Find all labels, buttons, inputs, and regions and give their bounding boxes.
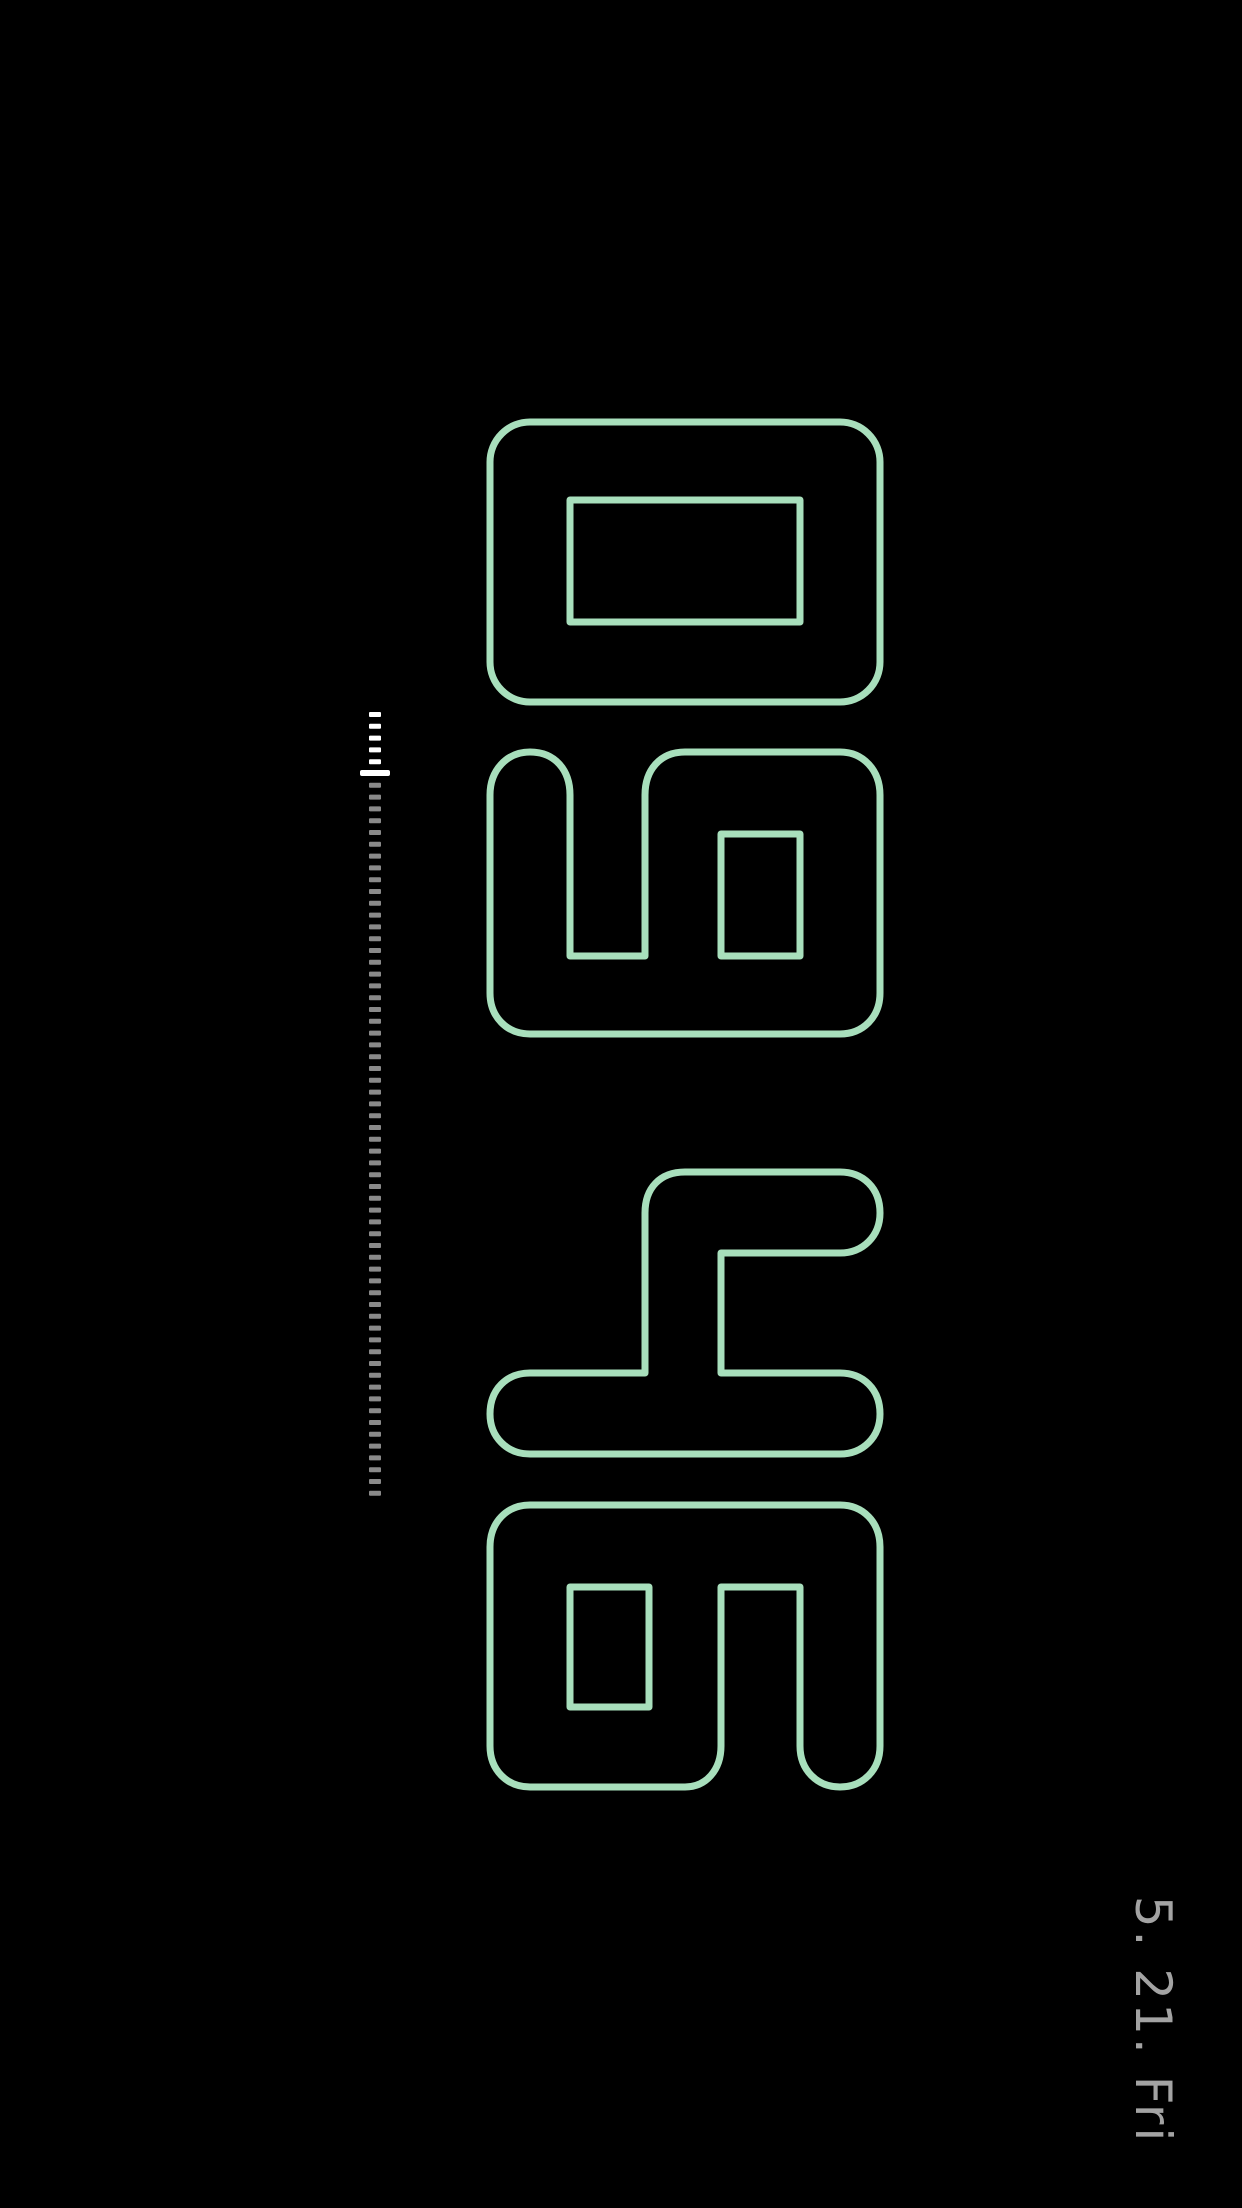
seconds-tick — [369, 1207, 381, 1213]
seconds-tick — [369, 1372, 381, 1378]
seconds-tick — [369, 759, 381, 765]
seconds-tick — [369, 1361, 381, 1366]
seconds-tick — [369, 1184, 381, 1189]
seconds-tick — [369, 712, 381, 717]
seconds-tick — [369, 1254, 381, 1260]
seconds-tick — [369, 924, 381, 930]
seconds-tick — [369, 1349, 381, 1355]
seconds-tick — [369, 1337, 381, 1343]
seconds-tick — [369, 1007, 381, 1012]
seconds-tick — [369, 936, 381, 942]
seconds-tick — [369, 877, 381, 883]
seconds-tick — [369, 865, 381, 871]
seconds-tick — [369, 1384, 381, 1390]
seconds-tick — [369, 1125, 381, 1130]
seconds-tick — [369, 806, 381, 812]
seconds-tick — [369, 1455, 381, 1461]
seconds-tick — [369, 1243, 381, 1248]
seconds-tick — [369, 1431, 381, 1437]
seconds-tick — [369, 853, 381, 859]
seconds-tick — [369, 735, 381, 741]
seconds-tick — [369, 1290, 381, 1296]
hour-digit-9 — [486, 748, 884, 1038]
seconds-tick — [369, 782, 381, 788]
seconds-tick — [369, 723, 381, 729]
seconds-tick — [369, 1172, 381, 1178]
seconds-tick — [369, 1160, 381, 1166]
clock-digits — [486, 418, 884, 1791]
seconds-tick — [369, 1266, 381, 1272]
seconds-tick — [369, 1066, 381, 1071]
seconds-tick — [369, 794, 381, 800]
minute-digit-6 — [486, 1501, 884, 1791]
seconds-tick — [369, 1325, 381, 1331]
seconds-tick — [369, 948, 381, 953]
seconds-tick — [369, 841, 381, 847]
seconds-tick — [369, 830, 381, 835]
seconds-tick — [369, 1113, 381, 1119]
seconds-tick — [369, 971, 381, 977]
seconds-tick — [369, 1420, 381, 1425]
date-label: 5. 21. Fri — [1124, 1895, 1182, 2145]
seconds-tick — [369, 1054, 381, 1060]
seconds-tick — [369, 1030, 381, 1036]
seconds-tick — [369, 983, 381, 989]
seconds-tick — [369, 1408, 381, 1414]
seconds-tick — [369, 1101, 381, 1107]
seconds-tick — [369, 1490, 381, 1496]
seconds-tick — [369, 1313, 381, 1319]
seconds-tick — [369, 1302, 381, 1307]
minute-digit-4 — [486, 1168, 884, 1458]
seconds-tick — [369, 900, 381, 906]
seconds-tick — [369, 959, 381, 965]
seconds-tick — [369, 1396, 381, 1402]
seconds-tick — [369, 1479, 381, 1484]
seconds-tick — [369, 1467, 381, 1473]
hour-digit-0 — [486, 418, 884, 706]
seconds-tick — [369, 1148, 381, 1154]
seconds-tick — [369, 1195, 381, 1201]
seconds-tick — [369, 912, 381, 918]
always-on-display-screen: 5. 21. Fri — [0, 0, 1242, 2208]
seconds-tick — [369, 1278, 381, 1284]
seconds-tick — [369, 1018, 381, 1024]
seconds-tick — [369, 995, 381, 1001]
seconds-tick — [369, 818, 381, 824]
seconds-tick-track — [360, 712, 390, 1496]
seconds-tick — [369, 1077, 381, 1083]
seconds-tick — [369, 1136, 381, 1142]
seconds-tick — [369, 747, 381, 753]
seconds-tick — [369, 1219, 381, 1225]
seconds-tick — [369, 1042, 381, 1048]
seconds-tick — [369, 889, 381, 894]
seconds-tick — [369, 1231, 381, 1237]
seconds-tick — [369, 1089, 381, 1095]
clock-face — [360, 418, 884, 1791]
seconds-tick — [369, 1443, 381, 1449]
seconds-position-marker — [360, 770, 390, 776]
